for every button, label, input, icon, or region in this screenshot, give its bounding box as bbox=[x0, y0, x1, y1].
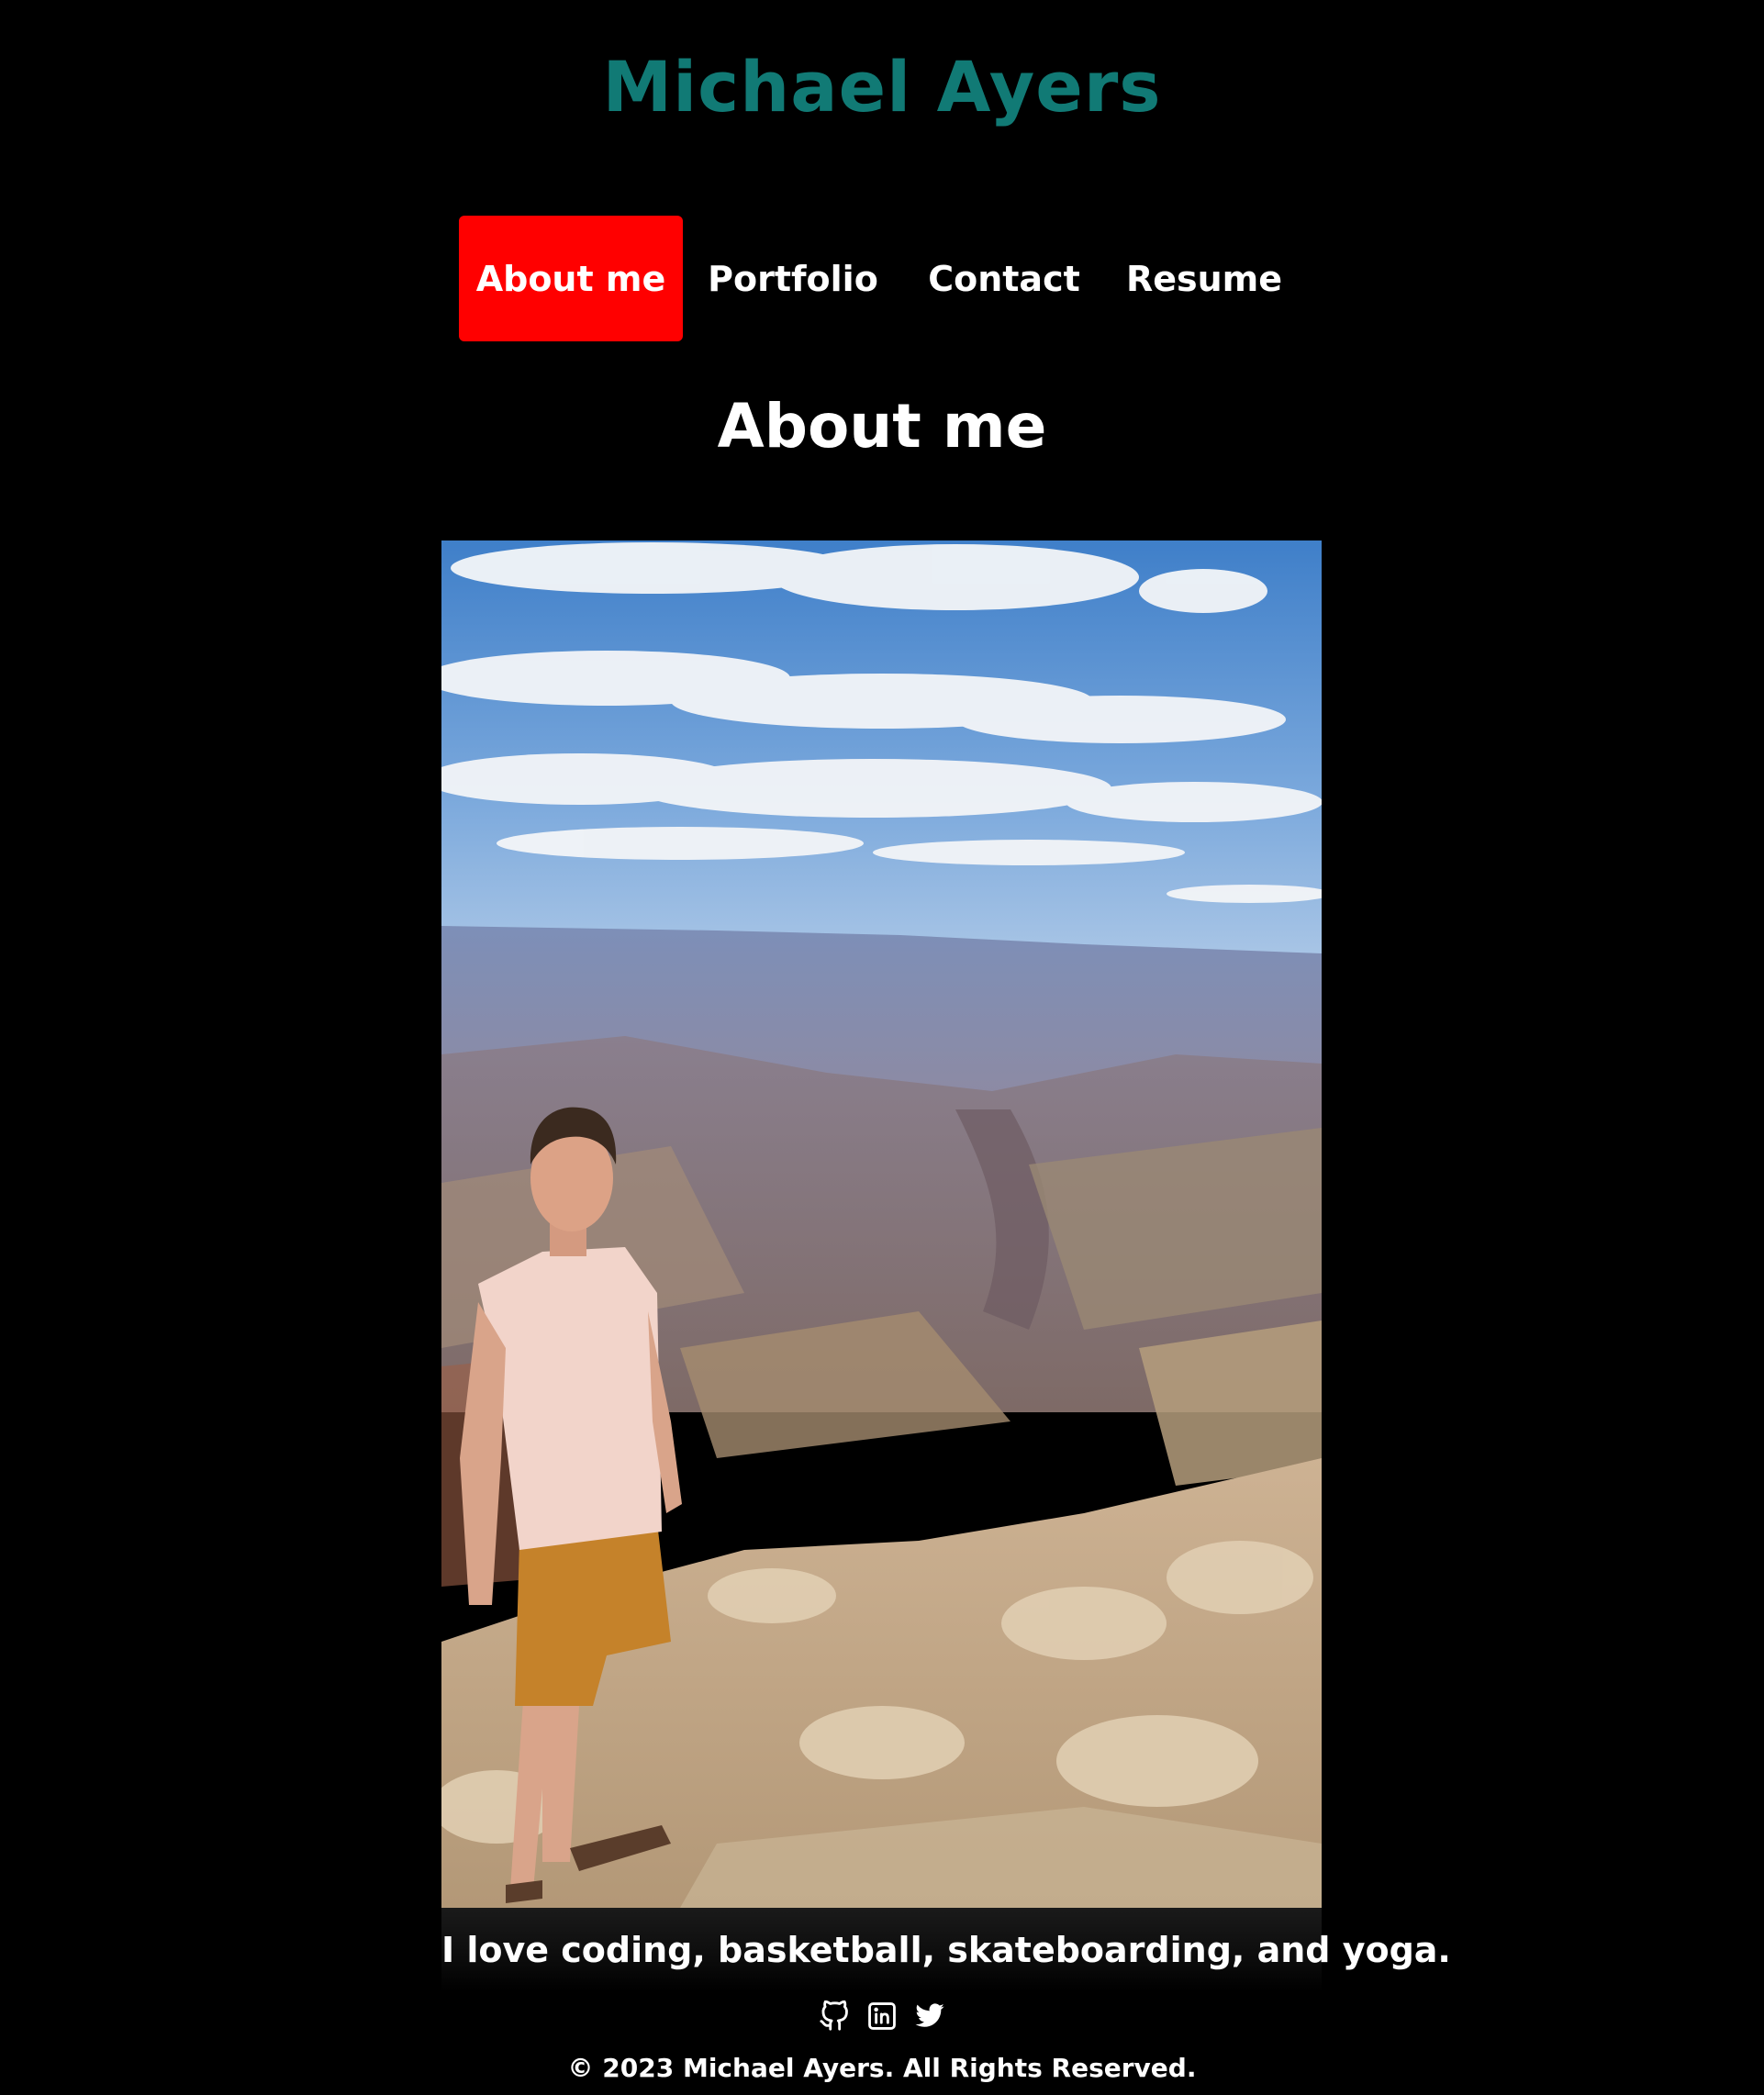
site-title: Michael Ayers bbox=[602, 46, 1162, 128]
twitter-link[interactable] bbox=[914, 2000, 945, 2032]
section-heading: About me bbox=[717, 391, 1047, 462]
twitter-icon bbox=[915, 2003, 944, 2027]
nav-item-resume[interactable]: Resume bbox=[1105, 216, 1303, 341]
main-nav: About me Portfolio Contact Resume bbox=[459, 216, 1303, 341]
nav-item-contact[interactable]: Contact bbox=[903, 216, 1105, 341]
nav-item-about-me[interactable]: About me bbox=[459, 216, 683, 341]
bio-text: I love coding, basketball, skateboarding… bbox=[441, 1930, 1451, 1970]
github-icon bbox=[820, 2000, 848, 2031]
linkedin-icon bbox=[868, 2002, 896, 2030]
copyright-text: © 2023 Michael Ayers. All Rights Reserve… bbox=[567, 2053, 1197, 2083]
nav-item-portfolio[interactable]: Portfolio bbox=[683, 216, 903, 341]
profile-photo bbox=[441, 540, 1322, 1908]
linkedin-link[interactable] bbox=[866, 2000, 898, 2032]
github-link[interactable] bbox=[819, 2000, 850, 2032]
social-links bbox=[0, 2000, 1764, 2032]
